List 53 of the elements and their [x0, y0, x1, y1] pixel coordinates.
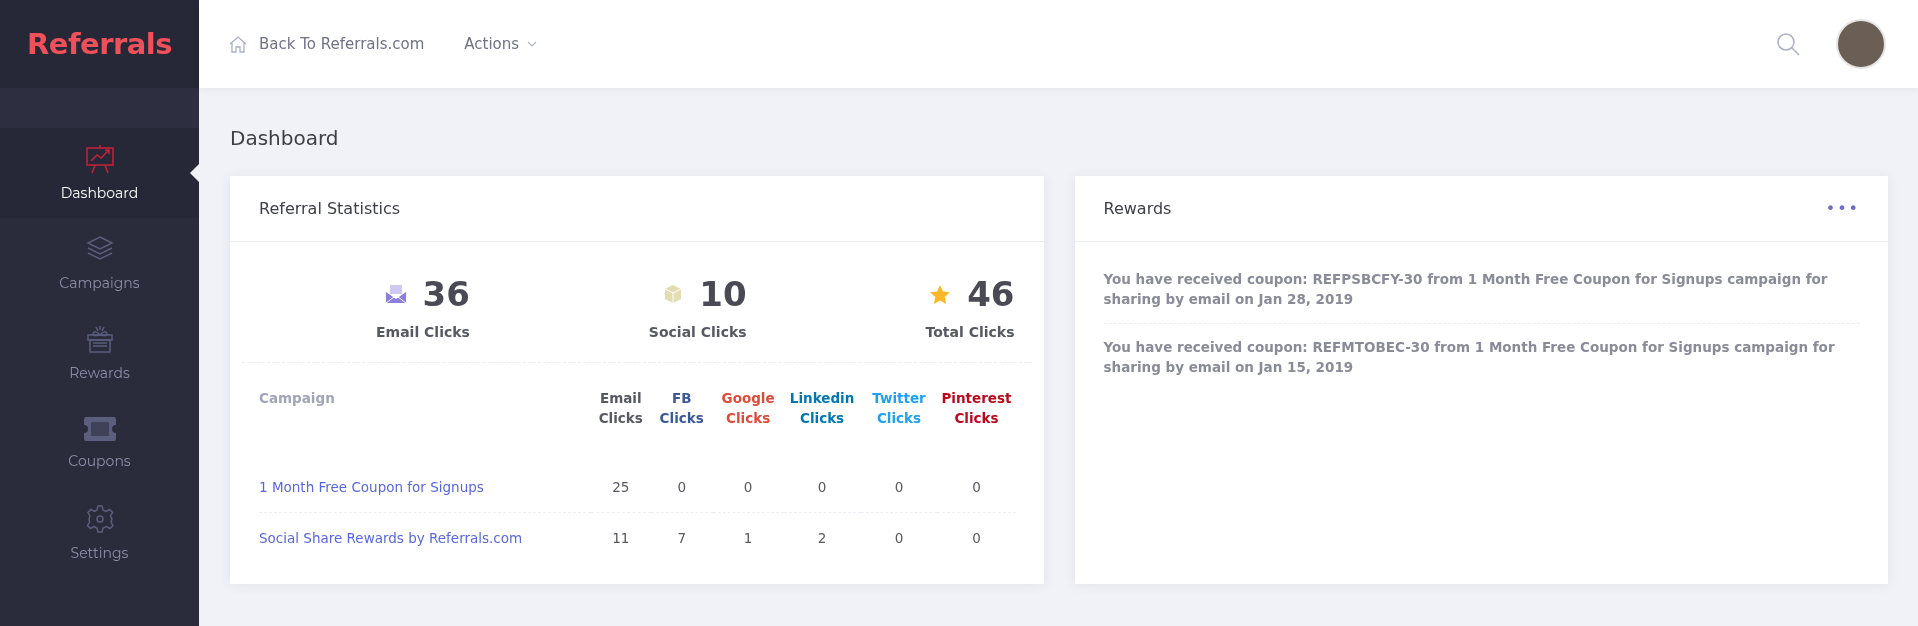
click-count: 0	[894, 479, 904, 496]
stat-label: Email Clicks	[376, 324, 470, 340]
column-header: Google Clicks	[720, 389, 776, 428]
column-header: Email Clicks	[597, 389, 644, 428]
user-avatar[interactable]	[1836, 19, 1886, 69]
more-menu[interactable]: •••	[1825, 199, 1860, 218]
logo[interactable]: Referrals	[0, 0, 199, 88]
campaign-link[interactable]: 1 Month Free Coupon for Signups	[259, 479, 484, 496]
stat-value: 36	[422, 274, 470, 314]
stat-value: 10	[699, 274, 747, 314]
click-count: 0	[972, 479, 981, 496]
logo-text: Referrals	[26, 27, 173, 61]
chevron-down-icon	[527, 41, 538, 47]
page-title: Dashboard	[230, 126, 340, 150]
column-header: FB Clicks	[658, 389, 705, 428]
click-count: 7	[677, 530, 686, 547]
sidebar-item[interactable]: Coupons	[0, 398, 199, 488]
click-count: 0	[817, 479, 827, 496]
gift-box-icon	[84, 324, 115, 354]
column-header: Pinterest Clicks	[940, 389, 1013, 428]
click-count: 0	[743, 479, 753, 496]
sidebar-item[interactable]: Campaigns	[0, 218, 199, 308]
stat-label: Total Clicks	[925, 324, 1015, 340]
click-count: 11	[612, 530, 630, 547]
sidebar-item[interactable]: Rewards	[0, 308, 199, 398]
reward-message: You have received coupon: REFMTOBEC-30 from 1 Month Free Coupon for Signups campaign for sharing by email on Jan 15, 2019	[1103, 338, 1836, 377]
column-header: Campaign	[259, 389, 336, 408]
presentation-chart-icon	[84, 144, 115, 174]
reward-message: You have received coupon: REFPSBCFY-30 from 1 Month Free Coupon for Signups campaign for sharing by email on Jan 28, 2019	[1103, 270, 1860, 325]
sidebar-item[interactable]: Settings	[0, 488, 199, 578]
home-icon	[229, 35, 247, 53]
back-link[interactable]: Back To Referrals.com	[229, 35, 425, 53]
campaign-link[interactable]: Social Share Rewards by Referrals.com	[259, 530, 523, 547]
click-count: 2	[817, 530, 827, 547]
click-count: 1	[743, 530, 753, 547]
click-count: 25	[612, 479, 630, 496]
stat-value: 46	[967, 274, 1015, 314]
box-icon	[663, 284, 684, 304]
card-title: Rewards	[1103, 199, 1173, 218]
gear-icon	[84, 504, 115, 534]
click-count: 0	[677, 479, 686, 496]
envelope-icon	[384, 284, 407, 304]
star-icon	[929, 283, 952, 305]
ticket-icon	[82, 416, 117, 442]
column-header: Linkedin Clicks	[788, 389, 856, 428]
click-count: 0	[894, 530, 904, 547]
sidebar-item[interactable]: Dashboard	[0, 128, 199, 218]
click-count: 0	[972, 530, 981, 547]
column-header: Twitter Clicks	[871, 389, 927, 428]
card-title: Referral Statistics	[259, 199, 402, 218]
actions-menu[interactable]: Actions	[464, 35, 538, 53]
stat-label: Social Clicks	[648, 324, 747, 340]
selection-pointer	[190, 164, 199, 182]
